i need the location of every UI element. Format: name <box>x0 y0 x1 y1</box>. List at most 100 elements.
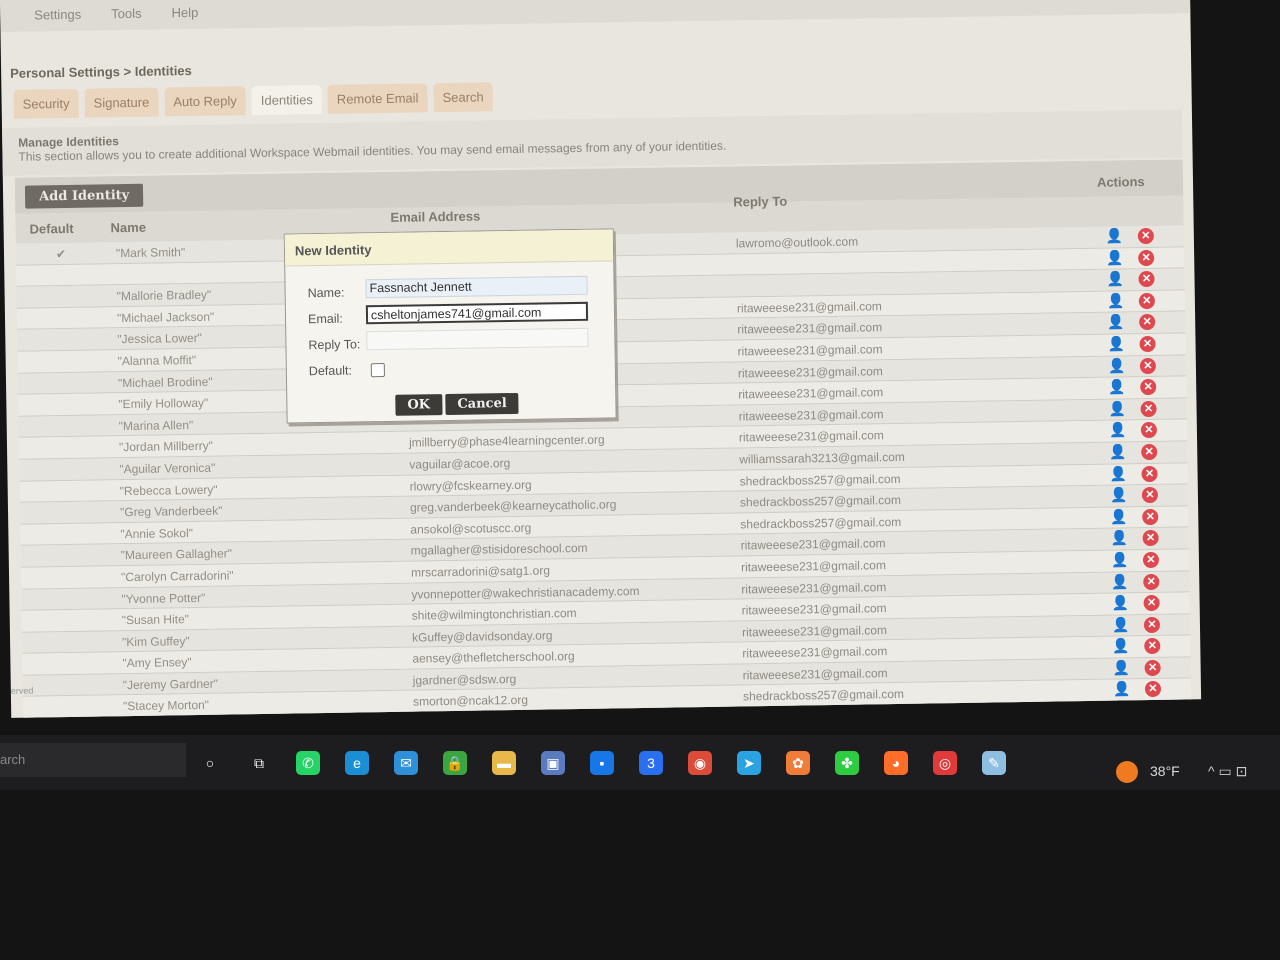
edit-identity-icon[interactable]: 👤 <box>1108 379 1126 396</box>
delete-identity-icon[interactable]: ✕ <box>1140 379 1157 396</box>
delete-identity-icon[interactable]: ✕ <box>1144 659 1161 676</box>
firefox-icon[interactable]: ◕ <box>884 751 908 775</box>
identity-reply-to: ritaweeese231@gmail.com <box>738 428 884 445</box>
edit-identity-icon[interactable]: 👤 <box>1108 357 1126 374</box>
delete-identity-icon[interactable]: ✕ <box>1143 573 1160 590</box>
delete-identity-icon[interactable]: ✕ <box>1142 530 1159 547</box>
taskbar: arch ○ ⧉ ✆ e ✉ 🔒 ▬ ▣ ▪ 3 ◉ ➤ ✿ ✤ ◕ ◎ ✎ 38°F ^ ▭ ⊡ <box>0 735 1280 790</box>
edit-identity-icon[interactable]: 👤 <box>1111 594 1129 611</box>
app-red-icon[interactable]: ◎ <box>933 751 957 775</box>
edit-identity-icon[interactable]: 👤 <box>1108 400 1126 417</box>
identity-name: "Jessica Lower" <box>117 331 203 347</box>
tab-identities[interactable]: Identities <box>251 84 323 116</box>
whatsapp-icon[interactable]: ✆ <box>296 751 320 775</box>
delete-identity-icon[interactable]: ✕ <box>1142 508 1159 525</box>
delete-identity-icon[interactable]: ✕ <box>1139 314 1156 331</box>
tab-remote-email[interactable]: Remote Email <box>327 83 428 114</box>
delete-identity-icon[interactable]: ✕ <box>1137 227 1154 245</box>
tab-search[interactable]: Search <box>433 82 493 113</box>
identity-name: "Amy Ensey" <box>122 655 192 671</box>
edit-identity-icon[interactable]: 👤 <box>1109 422 1127 439</box>
email-label: Email: <box>307 311 343 327</box>
col-reply[interactable]: Reply To <box>733 194 787 210</box>
identity-name: "Stacey Morton" <box>123 698 210 714</box>
identity-email: smorton@ncak12.org <box>412 693 529 710</box>
edit-identity-icon[interactable]: 👤 <box>1111 551 1129 568</box>
email-input[interactable]: csheltonjames741@gmail.com <box>365 301 589 325</box>
edit-identity-icon[interactable]: 👤 <box>1109 443 1127 460</box>
add-identity-button[interactable]: Add Identity <box>24 183 144 209</box>
edit-identity-icon[interactable]: 👤 <box>1107 314 1125 331</box>
delete-identity-icon[interactable]: ✕ <box>1141 486 1159 504</box>
delete-identity-icon[interactable]: ✕ <box>1139 357 1157 374</box>
delete-identity-icon[interactable]: ✕ <box>1139 335 1156 353</box>
delete-identity-icon[interactable]: ✕ <box>1144 638 1161 655</box>
tab-security[interactable]: Security <box>13 88 79 119</box>
delete-identity-icon[interactable]: ✕ <box>1138 271 1155 288</box>
delete-identity-icon[interactable]: ✕ <box>1143 616 1161 633</box>
default-checkbox[interactable] <box>370 363 385 378</box>
edit-identity-icon[interactable]: 👤 <box>1107 335 1125 352</box>
delete-identity-icon[interactable]: ✕ <box>1144 681 1162 698</box>
tab-auto-reply[interactable]: Auto Reply <box>164 86 247 117</box>
edit-identity-icon[interactable]: 👤 <box>1111 573 1129 590</box>
edit-identity-icon[interactable]: 👤 <box>1112 659 1130 676</box>
menu-settings[interactable]: Settings <box>34 7 81 32</box>
col-default[interactable]: Default <box>29 221 73 237</box>
telegram-icon[interactable]: ➤ <box>737 751 761 775</box>
delete-identity-icon[interactable]: ✕ <box>1138 292 1155 309</box>
delete-identity-icon[interactable]: ✕ <box>1138 249 1155 266</box>
ok-button[interactable]: OK <box>395 394 443 416</box>
lock-icon[interactable]: 🔒 <box>443 751 467 775</box>
identity-reply-to: ritaweeese231@gmail.com <box>742 644 888 661</box>
edit-identity-icon[interactable]: 👤 <box>1109 465 1127 482</box>
col-name[interactable]: Name <box>110 220 146 236</box>
tray-chevron-icon[interactable]: ^ ▭ ⊡ <box>1208 763 1247 780</box>
temperature[interactable]: 38°F <box>1150 763 1180 779</box>
edit-identity-icon[interactable]: 👤 <box>1106 227 1124 244</box>
clover-icon[interactable]: ✤ <box>835 751 859 775</box>
identity-email: jmillberry@phase4learningcenter.org <box>408 432 605 450</box>
cancel-button[interactable]: Cancel <box>445 392 519 416</box>
messages-icon[interactable]: ▪ <box>590 751 614 775</box>
edit-identity-icon[interactable]: 👤 <box>1112 616 1130 633</box>
delete-identity-icon[interactable]: ✕ <box>1141 465 1158 482</box>
delete-identity-icon[interactable]: ✕ <box>1141 443 1158 461</box>
chrome-icon[interactable]: ◉ <box>688 751 712 775</box>
mail-icon[interactable]: ✉ <box>394 751 418 775</box>
delete-identity-icon[interactable]: ✕ <box>1143 594 1160 612</box>
col-email[interactable]: Email Address <box>390 208 480 224</box>
menu-help[interactable]: Help <box>171 5 198 29</box>
delete-identity-icon[interactable]: ✕ <box>1142 551 1160 569</box>
col-actions: Actions <box>1096 174 1145 190</box>
reply-to-input[interactable] <box>366 327 589 351</box>
identity-reply-to: ritaweeese231@gmail.com <box>741 622 888 640</box>
taskbar-search[interactable]: arch <box>0 743 186 777</box>
remote-desktop-icon[interactable]: ▣ <box>541 751 565 775</box>
edit-identity-icon[interactable]: 👤 <box>1112 638 1130 655</box>
app-3-icon[interactable]: 3 <box>639 751 663 775</box>
delete-identity-icon[interactable]: ✕ <box>1140 400 1157 417</box>
edit-identity-icon[interactable]: 👤 <box>1110 486 1128 503</box>
weather-icon[interactable] <box>1116 761 1138 783</box>
identity-reply-to: lawromo@outlook.com <box>735 234 859 251</box>
edit-identity-icon[interactable]: 👤 <box>1106 271 1124 288</box>
edge-icon[interactable]: e <box>345 751 369 775</box>
delete-identity-icon[interactable]: ✕ <box>1140 422 1158 439</box>
edit-identity-icon[interactable]: 👤 <box>1110 530 1128 547</box>
name-input[interactable]: Fassnacht Jennett <box>365 275 588 299</box>
edit-identity-icon[interactable]: 👤 <box>1107 292 1125 309</box>
cortana-icon[interactable]: ○ <box>198 751 222 775</box>
email-row: Email: <box>307 311 366 327</box>
task-view-icon[interactable]: ⧉ <box>247 751 271 775</box>
tab-signature[interactable]: Signature <box>84 87 159 118</box>
edit-identity-icon[interactable]: 👤 <box>1113 681 1131 698</box>
file-explorer-icon[interactable]: ▬ <box>492 751 516 775</box>
notepad-icon[interactable]: ✎ <box>982 751 1006 775</box>
menu-tools[interactable]: Tools <box>111 6 142 30</box>
edit-identity-icon[interactable]: 👤 <box>1110 508 1128 525</box>
identity-name: "Annie Sokol" <box>120 525 194 541</box>
edit-identity-icon[interactable]: 👤 <box>1106 249 1124 266</box>
identity-name: "Michael Brodine" <box>117 374 213 390</box>
uc-browser-icon[interactable]: ✿ <box>786 751 810 775</box>
